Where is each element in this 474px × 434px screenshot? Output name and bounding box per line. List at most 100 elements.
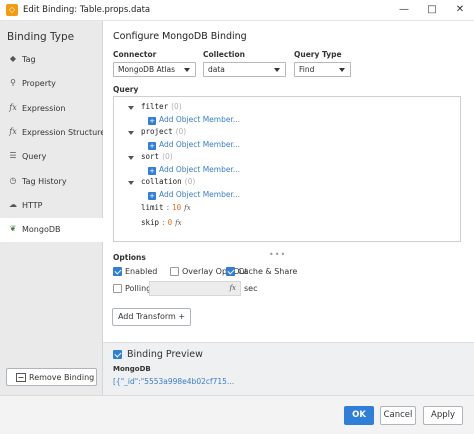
cache-share-checkbox[interactable]	[226, 267, 235, 276]
sidebar-item-mongodb[interactable]: ❦ MongoDB	[0, 218, 103, 242]
maximize-button[interactable]: □	[418, 0, 446, 20]
chevron-down-icon[interactable]	[128, 131, 134, 135]
close-button[interactable]: ✕	[446, 0, 474, 20]
member-count: (0)	[171, 102, 182, 111]
connector-label: Connector	[113, 50, 157, 59]
sidebar-item-query[interactable]: ☰ Query	[0, 145, 103, 169]
enabled-label: Enabled	[125, 267, 158, 276]
window-title: Edit Binding: Table.props.data	[23, 5, 151, 15]
collection-value: data	[208, 65, 225, 74]
minimize-button[interactable]: —	[390, 0, 418, 20]
query-skip-row[interactable]: skip:0 fx	[141, 218, 182, 230]
collection-label: Collection	[203, 50, 245, 59]
preview-value[interactable]: [{"_id":"5553a998e4b02cf715...	[113, 377, 263, 386]
ok-button[interactable]: OK	[344, 406, 374, 425]
member-count: (0)	[162, 152, 173, 161]
query-label: Query	[113, 85, 139, 94]
remove-icon	[16, 373, 26, 382]
plus-icon: +	[148, 142, 156, 150]
add-member-label: Add Object Member...	[159, 115, 241, 124]
plus-icon: +	[148, 192, 156, 200]
ignition-app-icon: ◇	[6, 4, 18, 16]
query-object-filter: filter (0)	[141, 102, 182, 114]
query-object-project: project (0)	[141, 127, 186, 139]
query-object-sort: sort (0)	[141, 152, 173, 164]
colon-separator: :	[161, 218, 166, 227]
sidebar-item-expression[interactable]: fx Expression	[0, 97, 103, 121]
add-object-member-link[interactable]: + Add Object Member...	[148, 165, 240, 175]
sidebar-item-label: Expression Structure	[22, 128, 106, 137]
sidebar-item-label: Expression	[22, 104, 66, 113]
collection-select[interactable]: data	[203, 62, 286, 77]
chevron-down-icon[interactable]	[128, 106, 134, 110]
apply-button[interactable]: Apply	[423, 406, 463, 425]
query-type-value: Find	[299, 65, 315, 74]
database-icon: ☰	[9, 151, 17, 160]
link-icon: ⚲	[10, 78, 16, 87]
polling-label: Polling	[125, 284, 152, 293]
chevron-down-icon	[184, 68, 190, 72]
add-member-label: Add Object Member...	[159, 165, 241, 174]
tag-icon: ◆	[9, 54, 17, 63]
cache-share-label: Cache & Share	[238, 267, 298, 276]
fx-icon[interactable]: fx	[184, 204, 191, 212]
sidebar-item-http[interactable]: ☁ HTTP	[0, 194, 103, 218]
chevron-down-icon[interactable]	[128, 156, 134, 160]
limit-key: limit	[141, 203, 164, 212]
polling-checkbox[interactable]	[113, 284, 122, 293]
fx-structure-icon: fx	[9, 127, 17, 136]
sidebar-item-label: Tag	[22, 55, 36, 64]
add-object-member-link[interactable]: + Add Object Member...	[148, 140, 240, 150]
sidebar-item-label: HTTP	[22, 201, 43, 210]
member-count: (0)	[175, 127, 187, 136]
binding-preview-panel: Binding Preview MongoDB [{"_id":"5553a99…	[103, 342, 474, 395]
cloud-icon: ☁	[9, 200, 17, 209]
object-key: filter	[141, 102, 169, 111]
chevron-down-icon	[274, 68, 280, 72]
object-key: sort	[141, 152, 160, 161]
add-member-label: Add Object Member...	[159, 190, 241, 199]
fx-icon[interactable]: fx	[229, 284, 236, 292]
polling-unit-label: sec	[244, 284, 258, 293]
connector-select[interactable]: MongoDB Atlas	[113, 62, 196, 77]
add-object-member-link[interactable]: + Add Object Member...	[148, 115, 240, 125]
binding-config-panel: Configure MongoDB Binding Connector Coll…	[103, 21, 474, 395]
query-limit-row[interactable]: limit:10 fx	[141, 203, 191, 215]
binding-preview-checkbox[interactable]	[113, 350, 122, 359]
chevron-down-icon	[339, 68, 345, 72]
fx-icon: fx	[9, 103, 17, 112]
colon-separator: :	[165, 203, 171, 212]
query-type-select[interactable]: Find	[294, 62, 351, 77]
plus-icon: +	[148, 167, 156, 175]
sidebar-item-tag[interactable]: ◆ Tag	[0, 48, 103, 72]
resize-grip[interactable]: •••	[269, 250, 286, 259]
sidebar-item-expression-structure[interactable]: fx Expression Structure	[0, 121, 106, 145]
preview-source-label: MongoDB	[113, 365, 151, 373]
sidebar-title: Binding Type	[7, 31, 75, 43]
cancel-button[interactable]: Cancel	[380, 406, 416, 425]
config-title: Configure MongoDB Binding	[113, 31, 247, 42]
object-key: collation	[141, 177, 182, 186]
limit-value[interactable]: 10	[172, 203, 181, 212]
leaf-icon: ❦	[9, 224, 17, 233]
fx-icon[interactable]: fx	[175, 219, 182, 227]
polling-rate-input[interactable]: fx	[149, 281, 241, 296]
remove-binding-button[interactable]: Remove Binding	[6, 368, 97, 386]
sidebar-item-label: Query	[22, 152, 47, 161]
chevron-down-icon[interactable]	[128, 181, 134, 185]
connector-value: MongoDB Atlas	[118, 65, 175, 74]
enabled-checkbox[interactable]	[113, 267, 122, 276]
sidebar-item-tag-history[interactable]: ◷ Tag History	[0, 170, 103, 194]
remove-binding-label: Remove Binding	[29, 373, 95, 382]
add-transform-button[interactable]: Add Transform +	[112, 308, 191, 326]
query-editor[interactable]: filter (0) + Add Object Member... project(…	[113, 96, 461, 242]
skip-key: skip	[141, 218, 160, 227]
binding-type-sidebar: Binding Type ◆ Tag ⚲ Property fx Express…	[0, 21, 106, 395]
overlay-opt-out-checkbox[interactable]	[170, 267, 179, 276]
title-bar: ◇ Edit Binding: Table.props.data — □ ✕	[0, 0, 474, 21]
sidebar-item-property[interactable]: ⚲ Property	[0, 72, 103, 96]
object-key: project	[141, 127, 173, 136]
skip-value[interactable]: 0	[168, 218, 173, 227]
add-object-member-link[interactable]: + Add Object Member...	[148, 190, 240, 200]
plus-icon: +	[148, 117, 156, 125]
